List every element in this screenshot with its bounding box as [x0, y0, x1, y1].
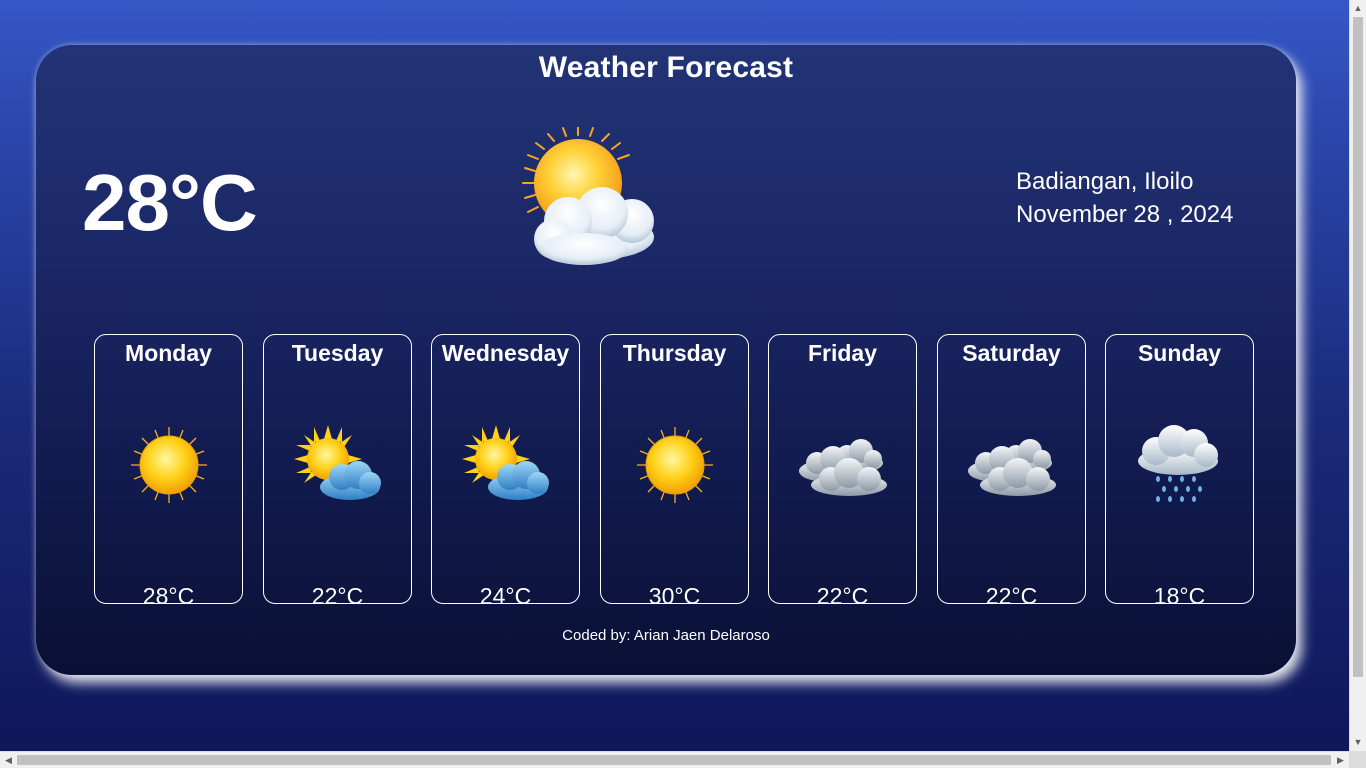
- footer-credit: Coded by: Arian Jaen Delaroso: [562, 627, 770, 644]
- location-info: Badiangan, Iloilo November 28 , 2024: [1016, 165, 1233, 231]
- scroll-left-arrow-icon[interactable]: ◀: [0, 752, 17, 768]
- scroll-right-arrow-icon[interactable]: ▶: [1332, 752, 1349, 768]
- day-name: Wednesday: [441, 340, 570, 366]
- day-temperature: 28°C: [142, 583, 195, 609]
- day-temperature: 24°C: [479, 583, 532, 609]
- sun-behind-cloud-icon: [460, 423, 552, 507]
- forecast-day-thursday: Thursday 30°C: [600, 334, 749, 609]
- horizontal-scrollbar[interactable]: ◀ ▶: [0, 751, 1349, 768]
- forecast-day-friday: Friday 22°C: [768, 334, 917, 609]
- scroll-up-arrow-icon[interactable]: ▲: [1350, 0, 1366, 17]
- day-temperature: 30°C: [648, 583, 701, 609]
- cloudy-icon: [797, 423, 889, 507]
- horizontal-scroll-thumb[interactable]: [17, 755, 1331, 765]
- day-name: Saturday: [962, 340, 1061, 366]
- forecast-day-saturday: Saturday 22°C: [937, 334, 1086, 609]
- day-temperature: 22°C: [985, 583, 1038, 609]
- day-temperature: 22°C: [816, 583, 869, 609]
- sun-icon: [629, 423, 721, 507]
- day-name: Thursday: [622, 340, 727, 366]
- day-temperature: 18°C: [1153, 583, 1206, 609]
- current-temperature: 28°C: [82, 158, 258, 247]
- forecast-day-tuesday: Tuesday 22°C: [263, 334, 412, 609]
- scrollbar-corner: [1349, 751, 1366, 768]
- sun-behind-cloud-icon: [484, 126, 656, 269]
- scroll-down-arrow-icon[interactable]: ▼: [1350, 734, 1366, 751]
- vertical-scroll-thumb[interactable]: [1353, 17, 1363, 677]
- cloudy-icon: [966, 423, 1058, 507]
- forecast-day-monday: Monday 28°C: [94, 334, 243, 609]
- page-title: Weather Forecast: [538, 51, 794, 84]
- day-temperature: 22°C: [311, 583, 364, 609]
- day-name: Tuesday: [291, 340, 384, 366]
- sun-icon: [123, 423, 215, 507]
- sun-behind-cloud-icon: [292, 423, 384, 507]
- forecast-day-sunday: Sunday 18°C: [1105, 334, 1254, 609]
- current-date: November 28 , 2024: [1016, 201, 1234, 228]
- vertical-scrollbar[interactable]: ▲ ▼: [1349, 0, 1366, 751]
- rain-cloud-icon: [1134, 423, 1226, 507]
- forecast-day-wednesday: Wednesday 24°C: [431, 334, 580, 609]
- day-name: Monday: [125, 340, 212, 366]
- day-name: Sunday: [1137, 340, 1222, 366]
- location-name: Badiangan, Iloilo: [1016, 168, 1194, 195]
- day-name: Friday: [807, 340, 878, 366]
- forecast-list: Monday 28°C Tuesday 22°C Wednesday 24°C …: [94, 334, 1256, 609]
- weather-card: Weather Forecast 28°C Badiangan, Iloilo …: [36, 45, 1296, 675]
